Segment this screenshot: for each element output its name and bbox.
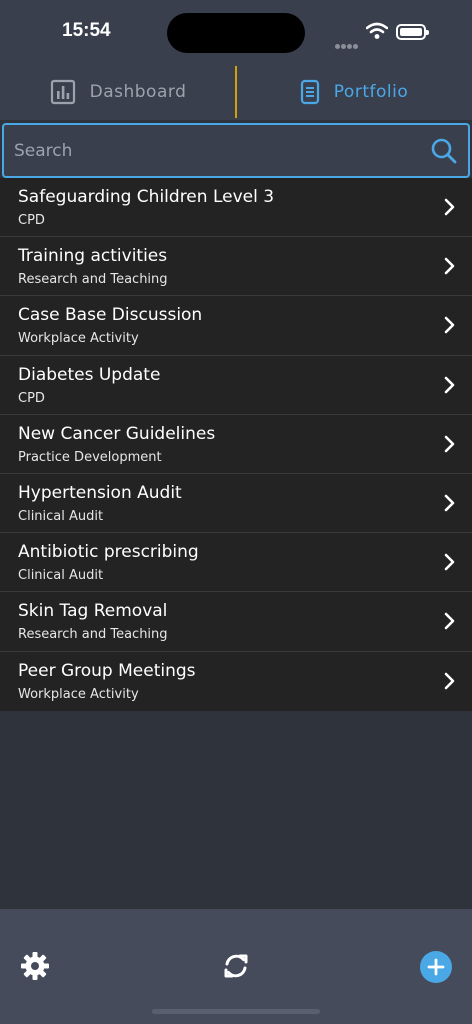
item-title: New Cancer Guidelines xyxy=(18,423,216,444)
tab-portfolio-label: Portfolio xyxy=(333,82,409,102)
item-subtitle: CPD xyxy=(18,390,45,406)
chevron-right-icon xyxy=(444,494,456,516)
item-subtitle: Research and Teaching xyxy=(18,627,168,643)
item-subtitle: Practice Development xyxy=(18,449,162,465)
item-title: Antibiotic prescribing xyxy=(18,542,199,563)
list-item[interactable]: Antibiotic prescribing Clinical Audit xyxy=(0,533,472,593)
list-item[interactable]: Hypertension Audit Clinical Audit xyxy=(0,474,472,534)
chevron-right-icon xyxy=(444,198,456,220)
gear-icon[interactable] xyxy=(20,951,50,985)
item-subtitle: Clinical Audit xyxy=(18,508,104,524)
list-item[interactable]: Safeguarding Children Level 3 CPD xyxy=(0,178,472,238)
add-button[interactable] xyxy=(420,951,452,983)
chevron-right-icon xyxy=(444,316,456,338)
tab-bar: Dashboard Portfolio xyxy=(0,64,472,120)
tab-dashboard-label: Dashboard xyxy=(89,82,187,102)
tab-divider xyxy=(235,66,237,118)
bar-chart-icon xyxy=(50,79,76,105)
home-indicator xyxy=(152,1009,320,1014)
item-subtitle: Workplace Activity xyxy=(18,331,139,347)
chevron-right-icon xyxy=(444,257,456,279)
signal-icon xyxy=(335,34,359,53)
tab-portfolio[interactable]: Portfolio xyxy=(236,64,472,120)
dynamic-island xyxy=(167,13,305,53)
list-item[interactable]: Training activities Research and Teachin… xyxy=(0,237,472,297)
chevron-right-icon xyxy=(444,612,456,634)
list-item[interactable]: New Cancer Guidelines Practice Developme… xyxy=(0,415,472,474)
document-icon xyxy=(300,79,320,105)
tab-dashboard[interactable]: Dashboard xyxy=(0,64,236,120)
item-title: Skin Tag Removal xyxy=(18,601,168,622)
chevron-right-icon xyxy=(444,672,456,694)
item-title: Peer Group Meetings xyxy=(18,660,196,681)
status-time: 15:54 xyxy=(62,20,111,41)
portfolio-list: Safeguarding Children Level 3 CPD Traini… xyxy=(0,178,472,711)
item-subtitle: Research and Teaching xyxy=(18,272,168,288)
list-item[interactable]: Case Base Discussion Workplace Activity xyxy=(0,296,472,356)
item-subtitle: Clinical Audit xyxy=(18,568,104,584)
item-subtitle: Workplace Activity xyxy=(18,686,139,702)
chevron-right-icon xyxy=(444,553,456,575)
item-title: Hypertension Audit xyxy=(18,482,182,503)
list-item[interactable]: Diabetes Update CPD xyxy=(0,356,472,415)
sync-icon[interactable] xyxy=(221,951,251,985)
chevron-right-icon xyxy=(444,435,456,457)
search-icon[interactable] xyxy=(430,137,458,169)
bottom-toolbar xyxy=(0,909,472,1024)
list-item[interactable]: Peer Group Meetings Workplace Activity xyxy=(0,652,472,711)
item-title: Training activities xyxy=(18,246,168,267)
battery-icon xyxy=(396,24,429,40)
search-input[interactable] xyxy=(14,125,414,176)
list-item[interactable]: Skin Tag Removal Research and Teaching xyxy=(0,592,472,652)
chevron-right-icon xyxy=(444,376,456,398)
search-bar xyxy=(2,123,470,178)
plus-icon xyxy=(427,958,445,976)
item-subtitle: CPD xyxy=(18,213,45,228)
item-title: Case Base Discussion xyxy=(18,305,203,326)
item-title: Safeguarding Children Level 3 xyxy=(18,187,275,207)
status-bar: 15:54 xyxy=(0,0,472,64)
item-title: Diabetes Update xyxy=(18,364,161,385)
wifi-icon xyxy=(365,22,389,44)
